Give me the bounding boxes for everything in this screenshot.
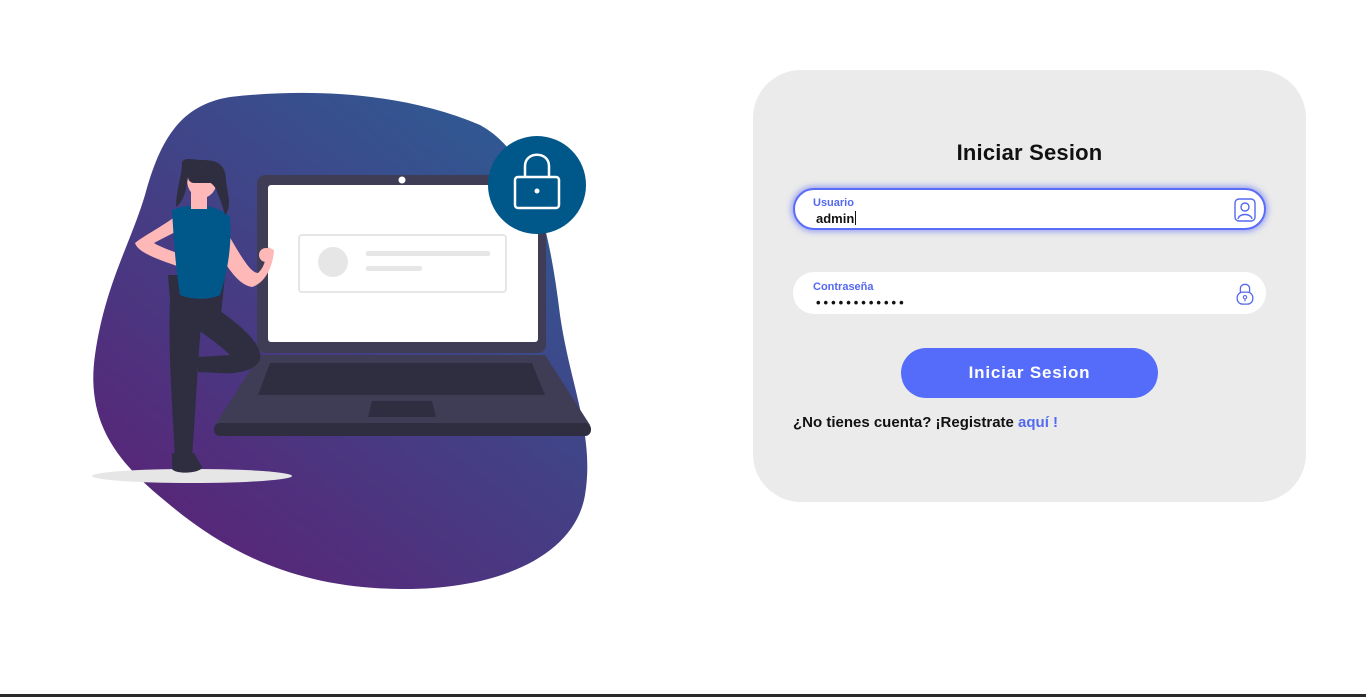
- password-label: Contraseña: [813, 281, 874, 293]
- login-submit-button[interactable]: Iniciar Sesion: [901, 348, 1158, 398]
- text-caret: [855, 211, 857, 225]
- username-label: Usuario: [813, 197, 854, 209]
- login-card: Iniciar Sesion Usuario admin Contraseña …: [753, 70, 1306, 502]
- lock-badge-icon: [488, 136, 586, 234]
- username-input[interactable]: admin: [816, 211, 1216, 226]
- username-value: admin: [816, 211, 855, 226]
- register-prompt-text: ¿No tienes cuenta? ¡Registrate: [793, 414, 1019, 431]
- login-title: Iniciar Sesion: [956, 140, 1103, 165]
- user-icon: [1234, 198, 1256, 222]
- username-field[interactable]: Usuario admin: [793, 188, 1266, 230]
- register-link[interactable]: aquí !: [1018, 414, 1058, 431]
- password-field[interactable]: Contraseña ••••••••••••: [793, 272, 1266, 314]
- login-page: Iniciar Sesion Usuario admin Contraseña …: [0, 0, 1366, 697]
- lock-icon: [1236, 283, 1254, 305]
- password-input[interactable]: ••••••••••••: [816, 295, 907, 310]
- register-prompt: ¿No tienes cuenta? ¡Registrate aquí !: [793, 414, 1058, 431]
- security-illustration: [92, 92, 591, 590]
- login-illustration: [80, 85, 600, 600]
